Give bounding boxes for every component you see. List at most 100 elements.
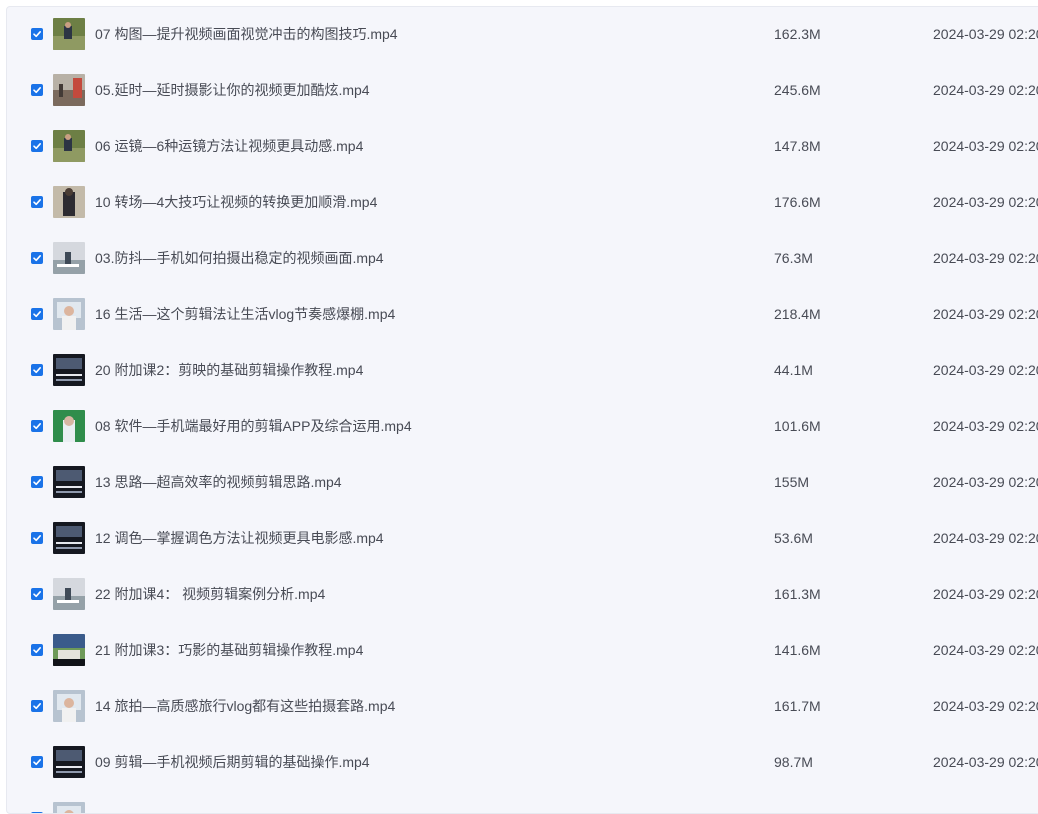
checkmark-icon xyxy=(33,311,41,318)
video-thumbnail xyxy=(53,746,85,778)
file-name[interactable]: 05.延时—延时摄影让你的视频更加酷炫.mp4 xyxy=(95,82,370,98)
checkmark-icon xyxy=(33,479,41,486)
file-row[interactable] xyxy=(7,791,1038,813)
video-thumbnail xyxy=(53,690,85,722)
file-name[interactable]: 07 构图—提升视频画面视觉冲击的构图技巧.mp4 xyxy=(95,26,398,42)
file-size: 176.6M xyxy=(774,194,821,210)
row-checkbox[interactable] xyxy=(31,196,43,208)
row-checkbox[interactable] xyxy=(31,420,43,432)
checkmark-icon xyxy=(33,423,41,430)
file-name[interactable]: 14 旅拍—高质感旅行vlog都有这些拍摄套路.mp4 xyxy=(95,698,395,714)
file-row[interactable]: 10 转场—4大技巧让视频的转换更加顺滑.mp4 176.6M 2024-03-… xyxy=(7,175,1038,231)
row-checkbox[interactable] xyxy=(31,84,43,96)
file-size: 53.6M xyxy=(774,530,813,546)
file-row[interactable]: 05.延时—延时摄影让你的视频更加酷炫.mp4 245.6M 2024-03-2… xyxy=(7,63,1038,119)
video-thumbnail xyxy=(53,634,85,666)
file-row[interactable]: 14 旅拍—高质感旅行vlog都有这些拍摄套路.mp4 161.7M 2024-… xyxy=(7,679,1038,735)
video-thumbnail xyxy=(53,74,85,106)
file-size: 162.3M xyxy=(774,26,821,42)
file-name[interactable]: 06 运镜—6种运镜方法让视频更具动感.mp4 xyxy=(95,138,363,154)
row-checkbox[interactable] xyxy=(31,364,43,376)
checkmark-icon xyxy=(33,255,41,262)
file-date: 2024-03-29 02:20 xyxy=(933,306,1038,322)
file-row[interactable]: 08 软件—手机端最好用的剪辑APP及综合运用.mp4 101.6M 2024-… xyxy=(7,399,1038,455)
file-name[interactable]: 08 软件—手机端最好用的剪辑APP及综合运用.mp4 xyxy=(95,418,412,434)
file-size: 76.3M xyxy=(774,250,813,266)
checkmark-icon xyxy=(33,591,41,598)
checkmark-icon xyxy=(33,31,41,38)
row-checkbox[interactable] xyxy=(31,700,43,712)
checkmark-icon xyxy=(33,759,41,766)
file-name[interactable]: 10 转场—4大技巧让视频的转换更加顺滑.mp4 xyxy=(95,194,377,210)
file-name[interactable]: 21 附加课3：巧影的基础剪辑操作教程.mp4 xyxy=(95,642,363,658)
file-size: 218.4M xyxy=(774,306,821,322)
file-list: 07 构图—提升视频画面视觉冲击的构图技巧.mp4 162.3M 2024-03… xyxy=(7,7,1038,813)
file-date: 2024-03-29 02:20 xyxy=(933,586,1038,602)
row-checkbox[interactable] xyxy=(31,532,43,544)
file-date: 2024-03-29 02:20 xyxy=(933,530,1038,546)
file-size: 161.3M xyxy=(774,586,821,602)
file-name[interactable]: 13 思路—超高效率的视频剪辑思路.mp4 xyxy=(95,474,342,490)
file-row[interactable]: 06 运镜—6种运镜方法让视频更具动感.mp4 147.8M 2024-03-2… xyxy=(7,119,1038,175)
file-size: 101.6M xyxy=(774,418,821,434)
video-thumbnail xyxy=(53,802,85,813)
video-thumbnail xyxy=(53,242,85,274)
video-thumbnail xyxy=(53,186,85,218)
video-thumbnail xyxy=(53,354,85,386)
file-date: 2024-03-29 02:20 xyxy=(933,82,1038,98)
file-row[interactable]: 16 生活—这个剪辑法让生活vlog节奏感爆棚.mp4 218.4M 2024-… xyxy=(7,287,1038,343)
checkmark-icon xyxy=(33,367,41,374)
file-size: 161.7M xyxy=(774,698,821,714)
file-row[interactable]: 22 附加课4： 视频剪辑案例分析.mp4 161.3M 2024-03-29 … xyxy=(7,567,1038,623)
file-name[interactable]: 20 附加课2：剪映的基础剪辑操作教程.mp4 xyxy=(95,362,363,378)
row-checkbox[interactable] xyxy=(31,756,43,768)
file-date: 2024-03-29 02:20 xyxy=(933,362,1038,378)
file-date: 2024-03-29 02:20 xyxy=(933,642,1038,658)
file-row[interactable]: 13 思路—超高效率的视频剪辑思路.mp4 155M 2024-03-29 02… xyxy=(7,455,1038,511)
file-row[interactable]: 07 构图—提升视频画面视觉冲击的构图技巧.mp4 162.3M 2024-03… xyxy=(7,7,1038,63)
file-size: 245.6M xyxy=(774,82,821,98)
video-thumbnail xyxy=(53,466,85,498)
file-date: 2024-03-29 02:20 xyxy=(933,138,1038,154)
checkmark-icon xyxy=(33,199,41,206)
file-size: 98.7M xyxy=(774,754,813,770)
file-name[interactable]: 16 生活—这个剪辑法让生活vlog节奏感爆棚.mp4 xyxy=(95,306,395,322)
file-name[interactable]: 03.防抖—手机如何拍摄出稳定的视频画面.mp4 xyxy=(95,250,384,266)
row-checkbox[interactable] xyxy=(31,476,43,488)
checkmark-icon xyxy=(33,703,41,710)
file-size: 44.1M xyxy=(774,362,813,378)
file-name[interactable]: 22 附加课4： 视频剪辑案例分析.mp4 xyxy=(95,586,325,602)
video-thumbnail xyxy=(53,410,85,442)
row-checkbox[interactable] xyxy=(31,308,43,320)
checkmark-icon xyxy=(33,535,41,542)
file-row[interactable]: 21 附加课3：巧影的基础剪辑操作教程.mp4 141.6M 2024-03-2… xyxy=(7,623,1038,679)
file-date: 2024-03-29 02:20 xyxy=(933,698,1038,714)
file-date: 2024-03-29 02:20 xyxy=(933,26,1038,42)
video-thumbnail xyxy=(53,18,85,50)
video-thumbnail xyxy=(53,130,85,162)
video-thumbnail xyxy=(53,578,85,610)
file-name[interactable]: 12 调色—掌握调色方法让视频更具电影感.mp4 xyxy=(95,530,384,546)
file-size: 147.8M xyxy=(774,138,821,154)
checkmark-icon xyxy=(33,143,41,150)
file-date: 2024-03-29 02:20 xyxy=(933,418,1038,434)
file-row[interactable]: 20 附加课2：剪映的基础剪辑操作教程.mp4 44.1M 2024-03-29… xyxy=(7,343,1038,399)
file-size: 155M xyxy=(774,474,810,490)
file-date: 2024-03-29 02:20 xyxy=(933,250,1038,266)
video-thumbnail xyxy=(53,298,85,330)
file-date: 2024-03-29 02:20 xyxy=(933,474,1038,490)
row-checkbox[interactable] xyxy=(31,140,43,152)
row-checkbox[interactable] xyxy=(31,252,43,264)
file-date: 2024-03-29 02:20 xyxy=(933,194,1038,210)
file-date: 2024-03-29 02:20 xyxy=(933,754,1038,770)
file-row[interactable]: 09 剪辑—手机视频后期剪辑的基础操作.mp4 98.7M 2024-03-29… xyxy=(7,735,1038,791)
file-list-panel: 07 构图—提升视频画面视觉冲击的构图技巧.mp4 162.3M 2024-03… xyxy=(6,6,1038,814)
file-row[interactable]: 03.防抖—手机如何拍摄出稳定的视频画面.mp4 76.3M 2024-03-2… xyxy=(7,231,1038,287)
file-size: 141.6M xyxy=(774,642,821,658)
checkmark-icon xyxy=(33,647,41,654)
file-row[interactable]: 12 调色—掌握调色方法让视频更具电影感.mp4 53.6M 2024-03-2… xyxy=(7,511,1038,567)
row-checkbox[interactable] xyxy=(31,644,43,656)
row-checkbox[interactable] xyxy=(31,28,43,40)
row-checkbox[interactable] xyxy=(31,588,43,600)
file-name[interactable]: 09 剪辑—手机视频后期剪辑的基础操作.mp4 xyxy=(95,754,370,770)
